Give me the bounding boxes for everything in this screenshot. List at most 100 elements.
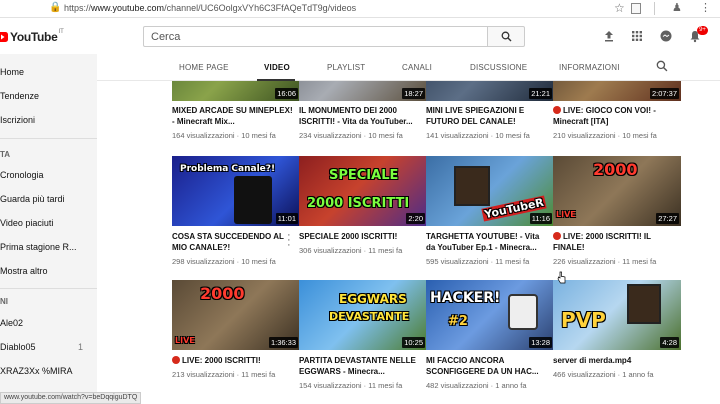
- video-duration: 27:27: [656, 213, 679, 224]
- youtube-play-logo-icon: [0, 32, 8, 42]
- video-thumbnail[interactable]: 16:06: [172, 81, 300, 101]
- sidebar-section-subscriptions: NI: [0, 297, 8, 306]
- video-thumbnail[interactable]: PVP 4:28: [553, 280, 681, 350]
- video-card[interactable]: HACKER! #2 13:28 MI FACCIO ANCORA SCONFI…: [426, 280, 554, 395]
- video-card[interactable]: 2000 LIVE 27:27 LIVE: 2000 ISCRITTI! IL …: [553, 156, 681, 271]
- video-duration: 18:27: [402, 88, 425, 99]
- thumbnail-text: 2000 ISCRITTI: [307, 196, 410, 211]
- video-title[interactable]: TARGHETTA YOUTUBE! - Vita da YouTuber Ep…: [426, 232, 550, 253]
- sidebar-section-library: TA: [0, 150, 11, 159]
- character-head: [627, 284, 661, 324]
- tab-discussion[interactable]: DISCUSSIONE: [470, 63, 527, 72]
- screen: 🔒 https://www.youtube.com/channel/UC6Ool…: [0, 0, 720, 404]
- bookmark-star-icon[interactable]: ☆: [614, 1, 625, 15]
- live-icon: [172, 356, 180, 364]
- url-field[interactable]: https://www.youtube.com/channel/UC6Oolgx…: [64, 3, 356, 13]
- video-card[interactable]: 18:27 IL MONUMENTO DEI 2000 ISCRITTI! - …: [299, 81, 427, 143]
- tab-video[interactable]: VIDEO: [264, 63, 290, 72]
- sidebar-item-label: Iscrizioni: [0, 115, 36, 125]
- sidebar-divider: [0, 288, 97, 289]
- video-grid: 16:06 MIXED ARCADE SU MINEPLEX! - Minecr…: [97, 81, 720, 404]
- sidebar-item-trending[interactable]: Tendenze: [0, 85, 97, 107]
- video-duration: 13:28: [529, 337, 552, 348]
- video-title[interactable]: MI FACCIO ANCORA SCONFIGGERE DA UN HAC..…: [426, 356, 550, 377]
- sidebar-subscription-item[interactable]: Diablo05 1: [0, 336, 97, 358]
- thumbnail-text: 2000: [593, 160, 638, 179]
- video-thumbnail[interactable]: Problema Canale?! 11:01: [172, 156, 300, 226]
- video-title[interactable]: LIVE: GIOCO CON VOI! - Minecraft [ITA]: [553, 106, 677, 127]
- video-duration: 11:16: [529, 213, 552, 224]
- sidebar-item-label: XRAZ3Xx %MIRA: [0, 366, 73, 376]
- more-options-icon[interactable]: · · ·: [287, 230, 291, 251]
- sidebar-item-subscriptions[interactable]: Iscrizioni: [0, 109, 97, 131]
- video-thumbnail[interactable]: YouTubeR 11:16: [426, 156, 554, 226]
- channel-search-icon[interactable]: [656, 60, 668, 72]
- hand-cursor-icon: [557, 271, 566, 284]
- video-card[interactable]: 2:07:37 LIVE: GIOCO CON VOI! - Minecraft…: [553, 81, 681, 143]
- tab-about[interactable]: INFORMAZIONI: [559, 63, 620, 72]
- video-title[interactable]: MINI LIVE SPIEGAZIONI E FUTURO DEL CANAL…: [426, 106, 550, 127]
- sidebar: Home Tendenze Iscrizioni TA Cronologia G…: [0, 54, 97, 404]
- sidebar-item-label: Home: [0, 67, 25, 77]
- video-duration: 1:36:33: [268, 337, 298, 348]
- video-thumbnail[interactable]: 21:21: [426, 81, 554, 101]
- video-title[interactable]: LIVE: 2000 ISCRITTI! IL FINALE!: [553, 232, 677, 253]
- sidebar-item-home[interactable]: Home: [0, 61, 97, 83]
- video-duration: 16:06: [275, 88, 298, 99]
- upload-icon[interactable]: [602, 29, 616, 43]
- video-card[interactable]: SPECIALE 2000 ISCRITTI 2:20 SPECIALE 200…: [299, 156, 427, 271]
- video-thumbnail[interactable]: 18:27: [299, 81, 427, 101]
- sidebar-item-history[interactable]: Cronologia: [0, 164, 97, 186]
- video-duration: 2:20: [406, 213, 425, 224]
- video-meta: 298 visualizzazioni · 10 mesi fa: [172, 257, 276, 266]
- video-card[interactable]: EGGWARS DEVASTANTE 10:25 PARTITA DEVASTA…: [299, 280, 427, 395]
- video-thumbnail[interactable]: 2000 LIVE 27:27: [553, 156, 681, 226]
- video-meta: 164 visualizzazioni · 10 mesi fa: [172, 131, 276, 140]
- video-title[interactable]: MIXED ARCADE SU MINEPLEX! - Minecraft Mi…: [172, 106, 296, 127]
- sidebar-item-label: Tendenze: [0, 91, 40, 101]
- sidebar-subscription-item[interactable]: XRAZ3Xx %MIRA: [0, 360, 97, 382]
- video-card[interactable]: 21:21 MINI LIVE SPIEGAZIONI E FUTURO DEL…: [426, 81, 554, 143]
- logo-country: IT: [58, 29, 64, 35]
- video-duration: 11:01: [275, 213, 298, 224]
- tab-playlist[interactable]: PLAYLIST: [327, 63, 365, 72]
- video-thumbnail[interactable]: 2:07:37: [553, 81, 681, 101]
- video-thumbnail[interactable]: SPECIALE 2000 ISCRITTI 2:20: [299, 156, 427, 226]
- video-thumbnail[interactable]: 2000 LIVE 1:36:33: [172, 280, 300, 350]
- thumbnail-text: #2: [448, 314, 468, 329]
- sidebar-item-liked-videos[interactable]: Video piaciuti: [0, 212, 97, 234]
- search-button[interactable]: [487, 26, 525, 47]
- video-card[interactable]: 2000 LIVE 1:36:33 LIVE: 2000 ISCRITTI! 2…: [172, 280, 300, 395]
- search-input[interactable]: Cerca: [143, 26, 488, 47]
- profile-icon[interactable]: ♟: [672, 1, 682, 14]
- browser-address-bar: 🔒 https://www.youtube.com/channel/UC6Ool…: [0, 0, 720, 18]
- video-title[interactable]: IL MONUMENTO DEI 2000 ISCRITTI! - Vita d…: [299, 106, 423, 127]
- tab-channels[interactable]: CANALI: [402, 63, 432, 72]
- sidebar-item-label: Video piaciuti: [0, 218, 54, 228]
- youtube-logo[interactable]: YouTube IT: [0, 29, 64, 44]
- video-thumbnail[interactable]: HACKER! #2 13:28: [426, 280, 554, 350]
- video-meta: 234 visualizzazioni · 10 mesi fa: [299, 131, 403, 140]
- thumbnail-text: Problema Canale?!: [180, 164, 276, 174]
- video-title[interactable]: PARTITA DEVASTANTE NELLE EGGWARS - Minec…: [299, 356, 423, 377]
- thumbnail-text: LIVE: [175, 336, 195, 345]
- video-meta: 154 visualizzazioni · 11 mesi fa: [299, 381, 403, 390]
- search-placeholder: Cerca: [151, 31, 181, 43]
- browser-menu-icon[interactable]: ⋮: [700, 1, 711, 14]
- messages-icon[interactable]: [659, 29, 673, 43]
- sidebar-subscription-item[interactable]: Ale02: [0, 312, 97, 334]
- video-card[interactable]: Problema Canale?! 11:01 COSA STA SUCCEDE…: [172, 156, 300, 271]
- sidebar-item-watch-later[interactable]: Guarda più tardi: [0, 188, 97, 210]
- video-title[interactable]: COSA STA SUCCEDENDO AL MIO CANALE?!: [172, 232, 296, 253]
- video-thumbnail[interactable]: EGGWARS DEVASTANTE 10:25: [299, 280, 427, 350]
- sidebar-item-playlist[interactable]: Prima stagione R...: [0, 236, 97, 258]
- apps-grid-icon[interactable]: [630, 29, 644, 43]
- video-card[interactable]: 16:06 MIXED ARCADE SU MINEPLEX! - Minecr…: [172, 81, 300, 143]
- tab-home-page[interactable]: HOME PAGE: [179, 63, 229, 72]
- video-meta: 141 visualizzazioni · 10 mesi fa: [426, 131, 530, 140]
- sidebar-item-show-more[interactable]: Mostra altro: [0, 260, 97, 282]
- reading-list-icon[interactable]: [631, 3, 641, 14]
- video-card[interactable]: YouTubeR 11:16 TARGHETTA YOUTUBE! - Vita…: [426, 156, 554, 271]
- video-card[interactable]: PVP 4:28 server di merda.mp4 466 visuali…: [553, 280, 681, 395]
- search-icon: [501, 31, 512, 42]
